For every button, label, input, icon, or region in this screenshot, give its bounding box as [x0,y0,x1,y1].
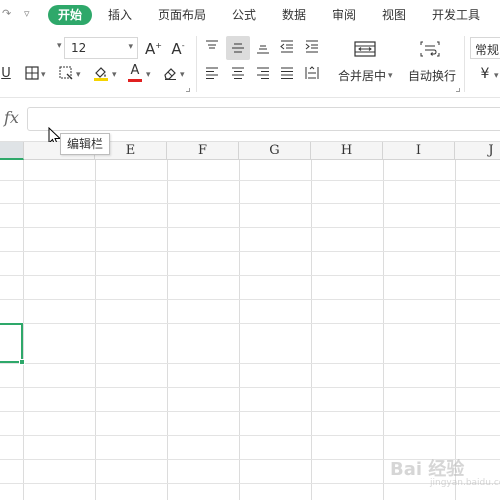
grid-column-line [311,160,312,500]
grid-column-line [23,160,24,500]
grid-column-line [167,160,168,500]
redo-icon[interactable]: ↷ [2,7,11,20]
chevron-down-icon[interactable]: ▾ [146,67,151,83]
cell-style-icon[interactable] [58,65,74,86]
chevron-down-icon[interactable]: ▾ [76,67,81,83]
grid-row-line [0,435,500,436]
align-top-icon[interactable] [204,38,220,59]
font-color-icon[interactable]: A [128,63,142,82]
fill-color-icon[interactable] [92,64,110,87]
tab-home[interactable]: 开始 [48,5,92,25]
font-size-value: 12 [71,41,87,55]
decrease-font-icon[interactable]: A- [170,38,186,57]
grid-row-line [0,387,500,388]
number-format-value: 常规 [475,43,500,57]
formula-bar-tooltip: 编辑栏 [60,133,111,155]
eraser-icon[interactable] [162,65,178,86]
grid-row-line [0,411,500,412]
fill-handle[interactable] [19,359,25,365]
increase-font-icon[interactable]: A+ [145,38,162,57]
grid-row-line [0,363,500,364]
chevron-down-icon[interactable]: ▾ [41,67,46,83]
font-size-select[interactable]: 12 ▾ [64,37,138,59]
wrap-text-icon[interactable] [420,40,440,63]
grid-row-line [0,203,500,204]
tab-page-layout[interactable]: 页面布局 [158,6,206,24]
font-color-swatch [128,79,142,82]
chevron-down-icon[interactable]: ▾ [388,68,393,84]
grid-column-line [95,160,96,500]
alignment-group-launcher-icon[interactable] [456,88,460,92]
chevron-down-icon[interactable]: ▾ [180,67,185,83]
grid-row-line [0,275,500,276]
grid-column-line [239,160,240,500]
watermark-text: Bai 经验 [390,459,465,480]
ribbon-divider [196,36,197,92]
tab-insert[interactable]: 插入 [108,6,132,24]
chevron-down-icon[interactable]: ▾ [494,68,499,84]
underline-icon[interactable]: U [0,66,12,82]
fx-icon[interactable]: fx [4,108,19,127]
number-format-select[interactable]: 常规 [470,37,500,59]
wrap-text-label[interactable]: 自动换行 [408,67,456,84]
chevron-down-icon: ▾ [128,42,133,52]
ribbon: ▾ 12 ▾ A+ A- U ▾ ▾ ▾ A ▾ ▾ 合并居中 ▾ 自动换行 常… [0,30,500,98]
font-color-letter: A [130,63,140,78]
tab-view[interactable]: 视图 [382,6,406,24]
grid-column-line [383,160,384,500]
menu-bar: ↷ ▿ 开始 插入 页面布局 公式 数据 审阅 视图 开发工具 [0,0,500,30]
tab-data[interactable]: 数据 [282,6,306,24]
chevron-down-icon[interactable]: ▿ [24,7,30,20]
column-header-j[interactable]: J [455,142,500,160]
column-header-g[interactable]: G [239,142,311,160]
formula-input[interactable] [27,107,500,131]
decrease-indent-icon[interactable] [279,38,295,59]
grid-row-line [0,251,500,252]
font-name-dropdown-icon[interactable]: ▾ [57,41,62,51]
column-header-i[interactable]: I [383,142,455,160]
chevron-down-icon[interactable]: ▾ [112,67,117,83]
grid-row-line [0,299,500,300]
align-left-icon[interactable] [204,65,220,86]
border-icon[interactable] [24,65,40,86]
watermark: Bai 经验 jingyan.baidu.com [390,455,500,488]
grid-row-line [0,227,500,228]
currency-icon[interactable]: ¥ [478,66,492,82]
watermark-subtext: jingyan.baidu.com [430,478,500,488]
column-header-selected[interactable] [0,142,24,160]
grid-column-line [455,160,456,500]
align-bottom-icon[interactable] [255,40,271,61]
align-right-icon[interactable] [255,65,271,86]
column-header-f[interactable]: F [167,142,239,160]
cell-grid[interactable] [0,160,500,500]
increase-indent-icon[interactable] [304,38,320,59]
align-middle-icon[interactable] [230,40,246,61]
tab-developer[interactable]: 开发工具 [432,6,480,24]
merge-center-icon[interactable] [353,40,377,63]
ribbon-divider [464,36,465,92]
grid-row-line [0,323,500,324]
column-header-h[interactable]: H [311,142,383,160]
font-group-launcher-icon[interactable] [186,88,190,92]
align-center-icon[interactable] [230,65,246,86]
justify-icon[interactable] [279,65,295,86]
merge-center-label[interactable]: 合并居中 [338,67,386,84]
distributed-align-icon[interactable] [304,65,320,86]
tab-formulas[interactable]: 公式 [232,6,256,24]
selected-cell[interactable] [0,323,23,363]
grid-row-line [0,180,500,181]
tab-review[interactable]: 审阅 [332,6,356,24]
